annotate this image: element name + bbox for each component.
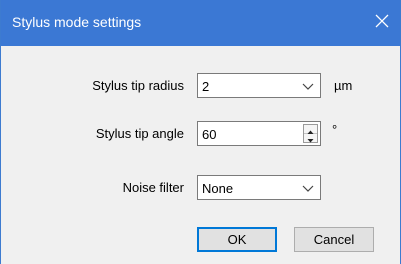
spin-up-icon[interactable] (304, 125, 317, 134)
noise-filter-select[interactable]: None (197, 175, 321, 200)
chevron-down-icon (302, 183, 314, 193)
tip-radius-combobox[interactable]: 2 (197, 73, 321, 98)
spin-down-icon[interactable] (304, 134, 317, 143)
tip-angle-value: 60 (202, 127, 217, 142)
tip-radius-label: Stylus tip radius (92, 78, 184, 93)
dialog-title: Stylus mode settings (12, 14, 142, 30)
spin-buttons (303, 124, 318, 143)
tip-angle-spinbox[interactable]: 60 (197, 121, 321, 146)
ok-button[interactable]: OK (197, 227, 277, 252)
noise-filter-value: None (202, 181, 234, 196)
chevron-down-icon (302, 81, 314, 91)
tip-angle-label: Stylus tip angle (95, 126, 184, 141)
tip-radius-unit: µm (334, 78, 353, 93)
cancel-button[interactable]: Cancel (294, 227, 374, 252)
tip-angle-unit: ° (332, 122, 338, 137)
noise-filter-label: Noise filter (122, 180, 184, 195)
settings-dialog: Stylus mode settings Stylus tip radius 2… (0, 0, 401, 264)
close-icon[interactable] (372, 11, 392, 31)
tip-radius-value: 2 (202, 79, 210, 94)
title-bar: Stylus mode settings (1, 0, 400, 46)
